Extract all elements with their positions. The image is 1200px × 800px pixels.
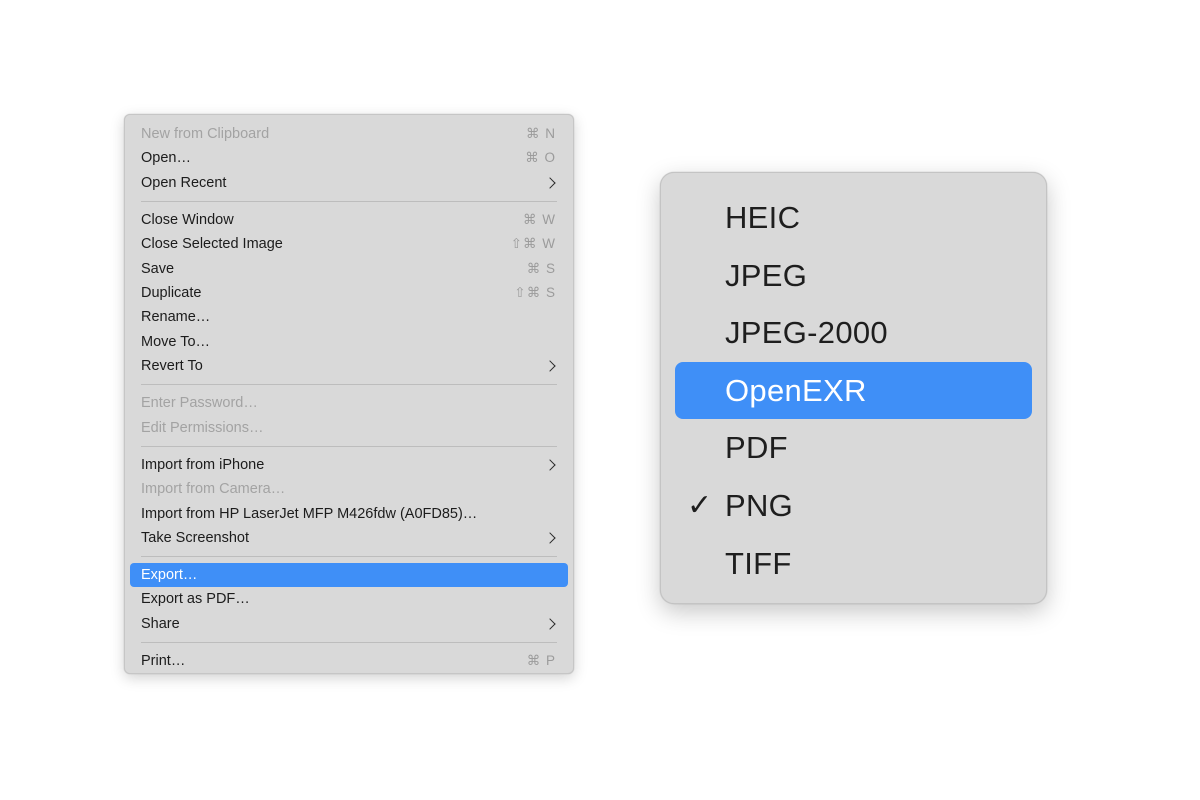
menu-item-import-from-iphone[interactable]: Import from iPhone xyxy=(130,453,568,477)
menu-item-shortcut: ⇧⌘ S xyxy=(514,285,556,301)
format-option-label: TIFF xyxy=(725,545,792,581)
chevron-right-icon xyxy=(544,177,556,189)
format-option-heic[interactable]: HEIC xyxy=(675,189,1032,247)
menu-item-open[interactable]: Open… ⌘ O xyxy=(130,146,568,170)
menu-item-close-selected-image[interactable]: Close Selected Image ⇧⌘ W xyxy=(130,232,568,256)
menu-item-shortcut: ⌘ P xyxy=(526,652,556,668)
menu-item-shortcut: ⇧⌘ W xyxy=(510,236,556,252)
menu-item-label: Edit Permissions… xyxy=(141,419,264,436)
menu-separator xyxy=(141,445,557,447)
menu-item-label: Open Recent xyxy=(141,174,227,191)
menu-item-label: Import from iPhone xyxy=(141,456,265,473)
menu-item-enter-password: Enter Password… xyxy=(130,391,568,415)
format-option-label: OpenEXR xyxy=(725,372,867,408)
format-option-label: PNG xyxy=(725,487,794,523)
format-option-label: JPEG xyxy=(725,257,808,293)
menu-item-export-as-pdf[interactable]: Export as PDF… xyxy=(130,587,568,611)
menu-separator xyxy=(141,384,557,386)
menu-item-take-screenshot[interactable]: Take Screenshot xyxy=(130,526,568,550)
format-option-png[interactable]: ✓ PNG xyxy=(675,477,1032,535)
menu-item-label: Take Screenshot xyxy=(141,529,250,546)
menu-item-shortcut: ⌘ W xyxy=(523,211,556,227)
menu-item-duplicate[interactable]: Duplicate ⇧⌘ S xyxy=(130,281,568,305)
menu-item-close-window[interactable]: Close Window ⌘ W xyxy=(130,208,568,232)
format-option-jpeg[interactable]: JPEG xyxy=(675,247,1032,305)
menu-item-label: Open… xyxy=(141,150,191,167)
menu-item-label: Import from Camera… xyxy=(141,481,286,498)
format-option-jpeg-2000[interactable]: JPEG-2000 xyxy=(675,304,1032,362)
menu-item-label: Print… xyxy=(141,652,186,669)
file-menu: New from Clipboard ⌘ N Open… ⌘ O Open Re… xyxy=(124,114,574,674)
menu-separator xyxy=(141,641,557,643)
menu-item-edit-permissions: Edit Permissions… xyxy=(130,416,568,440)
format-option-label: HEIC xyxy=(725,200,801,235)
menu-item-move-to[interactable]: Move To… xyxy=(130,330,568,354)
menu-item-shortcut: ⌘ O xyxy=(525,150,556,166)
menu-item-save[interactable]: Save ⌘ S xyxy=(130,257,568,281)
menu-item-label: Share xyxy=(141,615,180,632)
menu-item-shortcut: ⌘ N xyxy=(526,126,556,141)
menu-item-print[interactable]: Print… ⌘ P xyxy=(130,649,568,673)
checkmark-icon: ✓ xyxy=(687,487,713,523)
format-option-openexr[interactable]: OpenEXR xyxy=(675,361,1032,420)
menu-item-label: Close Selected Image xyxy=(141,236,283,253)
stage: New from Clipboard ⌘ N Open… ⌘ O Open Re… xyxy=(0,0,1200,800)
menu-item-label: Import from HP LaserJet MFP M426fdw (A0F… xyxy=(141,505,478,522)
menu-item-label: New from Clipboard xyxy=(141,126,270,142)
format-option-tiff[interactable]: TIFF xyxy=(675,535,1032,593)
menu-item-label: Export… xyxy=(141,567,198,583)
menu-item-label: Rename… xyxy=(141,309,211,326)
menu-item-import-from-hp[interactable]: Import from HP LaserJet MFP M426fdw (A0F… xyxy=(130,502,568,526)
chevron-right-icon xyxy=(544,618,556,630)
menu-item-label: Enter Password… xyxy=(141,395,258,412)
format-option-pdf[interactable]: PDF xyxy=(675,419,1032,477)
menu-item-label: Duplicate xyxy=(141,285,202,302)
format-option-label: PDF xyxy=(725,430,788,466)
menu-separator xyxy=(141,556,557,558)
menu-item-import-from-camera: Import from Camera… xyxy=(130,477,568,501)
menu-item-label: Save xyxy=(141,260,175,277)
menu-item-label: Revert To xyxy=(141,358,203,375)
chevron-right-icon xyxy=(544,459,556,471)
menu-item-shortcut: ⌘ S xyxy=(526,260,556,276)
menu-item-export[interactable]: Export… xyxy=(130,563,568,588)
format-popup-menu: HEIC JPEG JPEG-2000 OpenEXR PDF ✓ PNG TI… xyxy=(660,172,1047,604)
menu-item-label: Export as PDF… xyxy=(141,591,250,608)
menu-item-rename[interactable]: Rename… xyxy=(130,305,568,329)
menu-item-new-from-clipboard: New from Clipboard ⌘ N xyxy=(130,122,568,146)
menu-item-label: Move To… xyxy=(141,333,211,350)
chevron-right-icon xyxy=(544,532,556,544)
menu-item-share[interactable]: Share xyxy=(130,612,568,636)
menu-item-open-recent[interactable]: Open Recent xyxy=(130,171,568,195)
menu-item-label: Close Window xyxy=(141,211,234,228)
menu-separator xyxy=(141,200,557,202)
chevron-right-icon xyxy=(544,360,556,372)
menu-item-revert-to[interactable]: Revert To xyxy=(130,354,568,378)
format-option-label: JPEG-2000 xyxy=(725,315,888,351)
